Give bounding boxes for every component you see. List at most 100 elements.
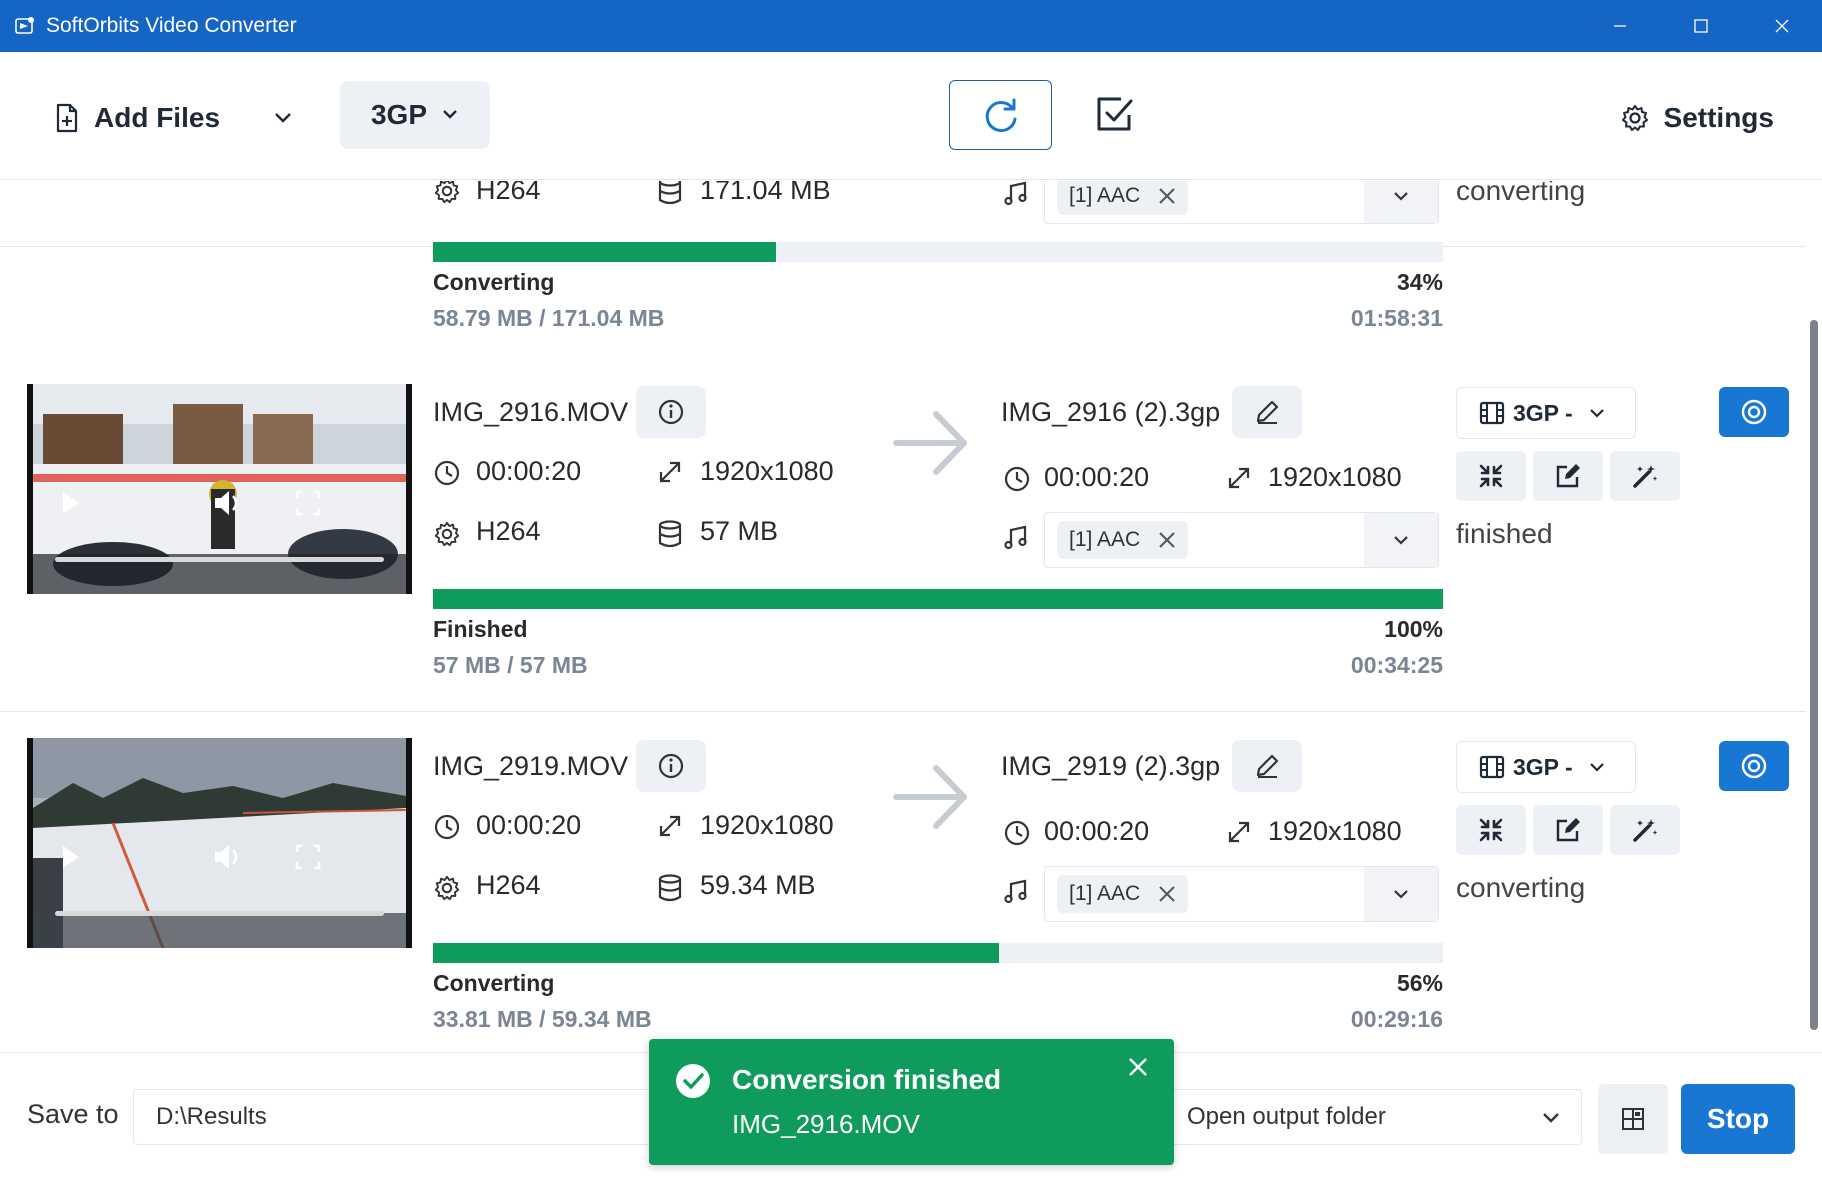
- progress-bar: [433, 242, 1443, 262]
- progress-label: Converting: [433, 970, 555, 996]
- file-info-button[interactable]: [636, 386, 706, 438]
- source-file-name: IMG_2919.MOV: [433, 751, 629, 781]
- codec-gear-icon: [434, 181, 460, 204]
- settings-label: Settings: [1663, 102, 1774, 133]
- add-file-icon: [56, 103, 78, 133]
- codec-gear-icon: [434, 521, 460, 547]
- select-all-button[interactable]: [1090, 90, 1140, 140]
- maximize-button[interactable]: [1660, 0, 1741, 52]
- row-status: converting: [1456, 872, 1586, 903]
- database-icon: [658, 874, 682, 902]
- chevron-down-icon: [1394, 536, 1408, 545]
- video-thumbnail[interactable]: [27, 384, 412, 594]
- progress-fill: [433, 242, 777, 262]
- audio-track-label: [1] AAC: [1069, 184, 1141, 207]
- compress-button[interactable]: [1456, 805, 1526, 855]
- add-files-button[interactable]: Add Files: [54, 96, 220, 140]
- layout-toggle-button[interactable]: [1598, 1084, 1668, 1154]
- file-row: IMG_2919.MOV 00:00:20 1920x1080 H264 59.…: [0, 712, 1806, 1052]
- progress-size: 33.81 MB / 59.34 MB: [433, 1006, 652, 1032]
- audio-track-dropdown[interactable]: [1364, 867, 1438, 921]
- chevron-down-icon: [1543, 1113, 1559, 1123]
- chevron-down-icon: [1589, 763, 1604, 772]
- clock-icon: [434, 814, 460, 840]
- enhance-button[interactable]: [1610, 451, 1680, 501]
- audio-track-select[interactable]: [1] AAC: [1044, 181, 1439, 224]
- audio-track-select[interactable]: [1] AAC: [1044, 512, 1439, 568]
- resolution-expand-icon: [1228, 821, 1250, 843]
- rename-output-button[interactable]: [1232, 386, 1302, 438]
- file-info-button[interactable]: [636, 740, 706, 792]
- pencil-icon: [1256, 400, 1279, 424]
- list-scrollbar[interactable]: [1810, 320, 1818, 1030]
- output-duration: 00:00:20: [1044, 462, 1150, 492]
- row-status: converting: [1456, 181, 1586, 206]
- close-window-button[interactable]: [1741, 0, 1822, 52]
- remove-icon[interactable]: [1158, 885, 1176, 903]
- preview-target-button[interactable]: [1719, 741, 1789, 791]
- close-icon[interactable]: [1127, 1056, 1149, 1078]
- film-icon: [1479, 401, 1505, 425]
- preview-target-button[interactable]: [1719, 387, 1789, 437]
- toast-message: IMG_2916.MOV: [732, 1109, 920, 1139]
- remove-icon[interactable]: [1158, 187, 1176, 205]
- output-format-label: 3GP: [370, 99, 428, 130]
- music-note-icon: [1004, 879, 1027, 904]
- toast-title: Conversion finished: [732, 1064, 1002, 1095]
- file-list: H264 171.04 MB [1] AAC converting Conver…: [0, 181, 1806, 1052]
- source-codec: H264: [476, 181, 541, 205]
- audio-track-select[interactable]: [1] AAC: [1044, 866, 1439, 922]
- source-size: 171.04 MB: [700, 181, 831, 205]
- music-note-icon: [1004, 525, 1027, 550]
- audio-track-dropdown[interactable]: [1364, 513, 1438, 567]
- row-format-select[interactable]: 3GP -: [1456, 741, 1636, 793]
- after-conversion-select[interactable]: Open output folder: [1170, 1089, 1582, 1145]
- compress-icon: [1479, 818, 1503, 842]
- progress-size: 58.79 MB / 171.04 MB: [433, 305, 665, 331]
- compress-icon: [1479, 464, 1503, 488]
- progress-bar: [433, 943, 1443, 963]
- progress-size: 57 MB / 57 MB: [433, 652, 588, 678]
- audio-track-dropdown[interactable]: [1364, 181, 1438, 223]
- save-to-label: Save to: [27, 1099, 119, 1129]
- row-format-select[interactable]: 3GP -: [1456, 387, 1636, 439]
- video-seek-bar[interactable]: [55, 911, 384, 916]
- info-icon: [658, 753, 684, 779]
- row-format-label: 3GP -: [1513, 753, 1573, 780]
- enhance-button[interactable]: [1610, 805, 1680, 855]
- add-files-dropdown-button[interactable]: [268, 96, 298, 140]
- add-files-label: Add Files: [94, 102, 221, 133]
- output-path-value: D:\Results: [156, 1103, 267, 1130]
- chevron-down-icon: [275, 113, 291, 123]
- remove-icon[interactable]: [1158, 531, 1176, 549]
- magic-wand-icon: [1633, 819, 1658, 842]
- output-file-name: IMG_2919 (2).3gp: [1001, 751, 1221, 781]
- codec-gear-icon: [434, 875, 460, 901]
- edit-video-button[interactable]: [1533, 451, 1603, 501]
- minimize-button[interactable]: [1579, 0, 1660, 52]
- progress-fill: [433, 943, 999, 963]
- rename-output-button[interactable]: [1232, 740, 1302, 792]
- edit-icon: [1556, 818, 1580, 842]
- video-thumbnail[interactable]: [27, 738, 412, 948]
- resolution-expand-icon: [659, 815, 681, 837]
- resolution-expand-icon: [1228, 467, 1250, 489]
- settings-button[interactable]: Settings: [1620, 96, 1774, 140]
- edit-video-button[interactable]: [1533, 805, 1603, 855]
- edit-icon: [1556, 464, 1580, 488]
- compress-button[interactable]: [1456, 451, 1526, 501]
- output-format-button[interactable]: 3GP: [340, 81, 490, 149]
- progress-bar: [433, 589, 1443, 609]
- audio-track-label: [1] AAC: [1069, 528, 1141, 551]
- stop-button[interactable]: Stop: [1681, 1084, 1795, 1154]
- after-conversion-value: Open output folder: [1187, 1103, 1386, 1130]
- source-file-name: IMG_2916.MOV: [433, 397, 629, 427]
- arrow-right-icon: [893, 411, 967, 475]
- progress-percent: 34%: [1396, 269, 1443, 295]
- video-seek-bar[interactable]: [55, 557, 384, 562]
- video-player-controls: [63, 844, 321, 870]
- check-circle-icon: [676, 1064, 710, 1098]
- output-resolution: 1920x1080: [1268, 816, 1402, 846]
- convert-refresh-button[interactable]: [949, 80, 1052, 150]
- source-resolution: 1920x1080: [700, 456, 834, 486]
